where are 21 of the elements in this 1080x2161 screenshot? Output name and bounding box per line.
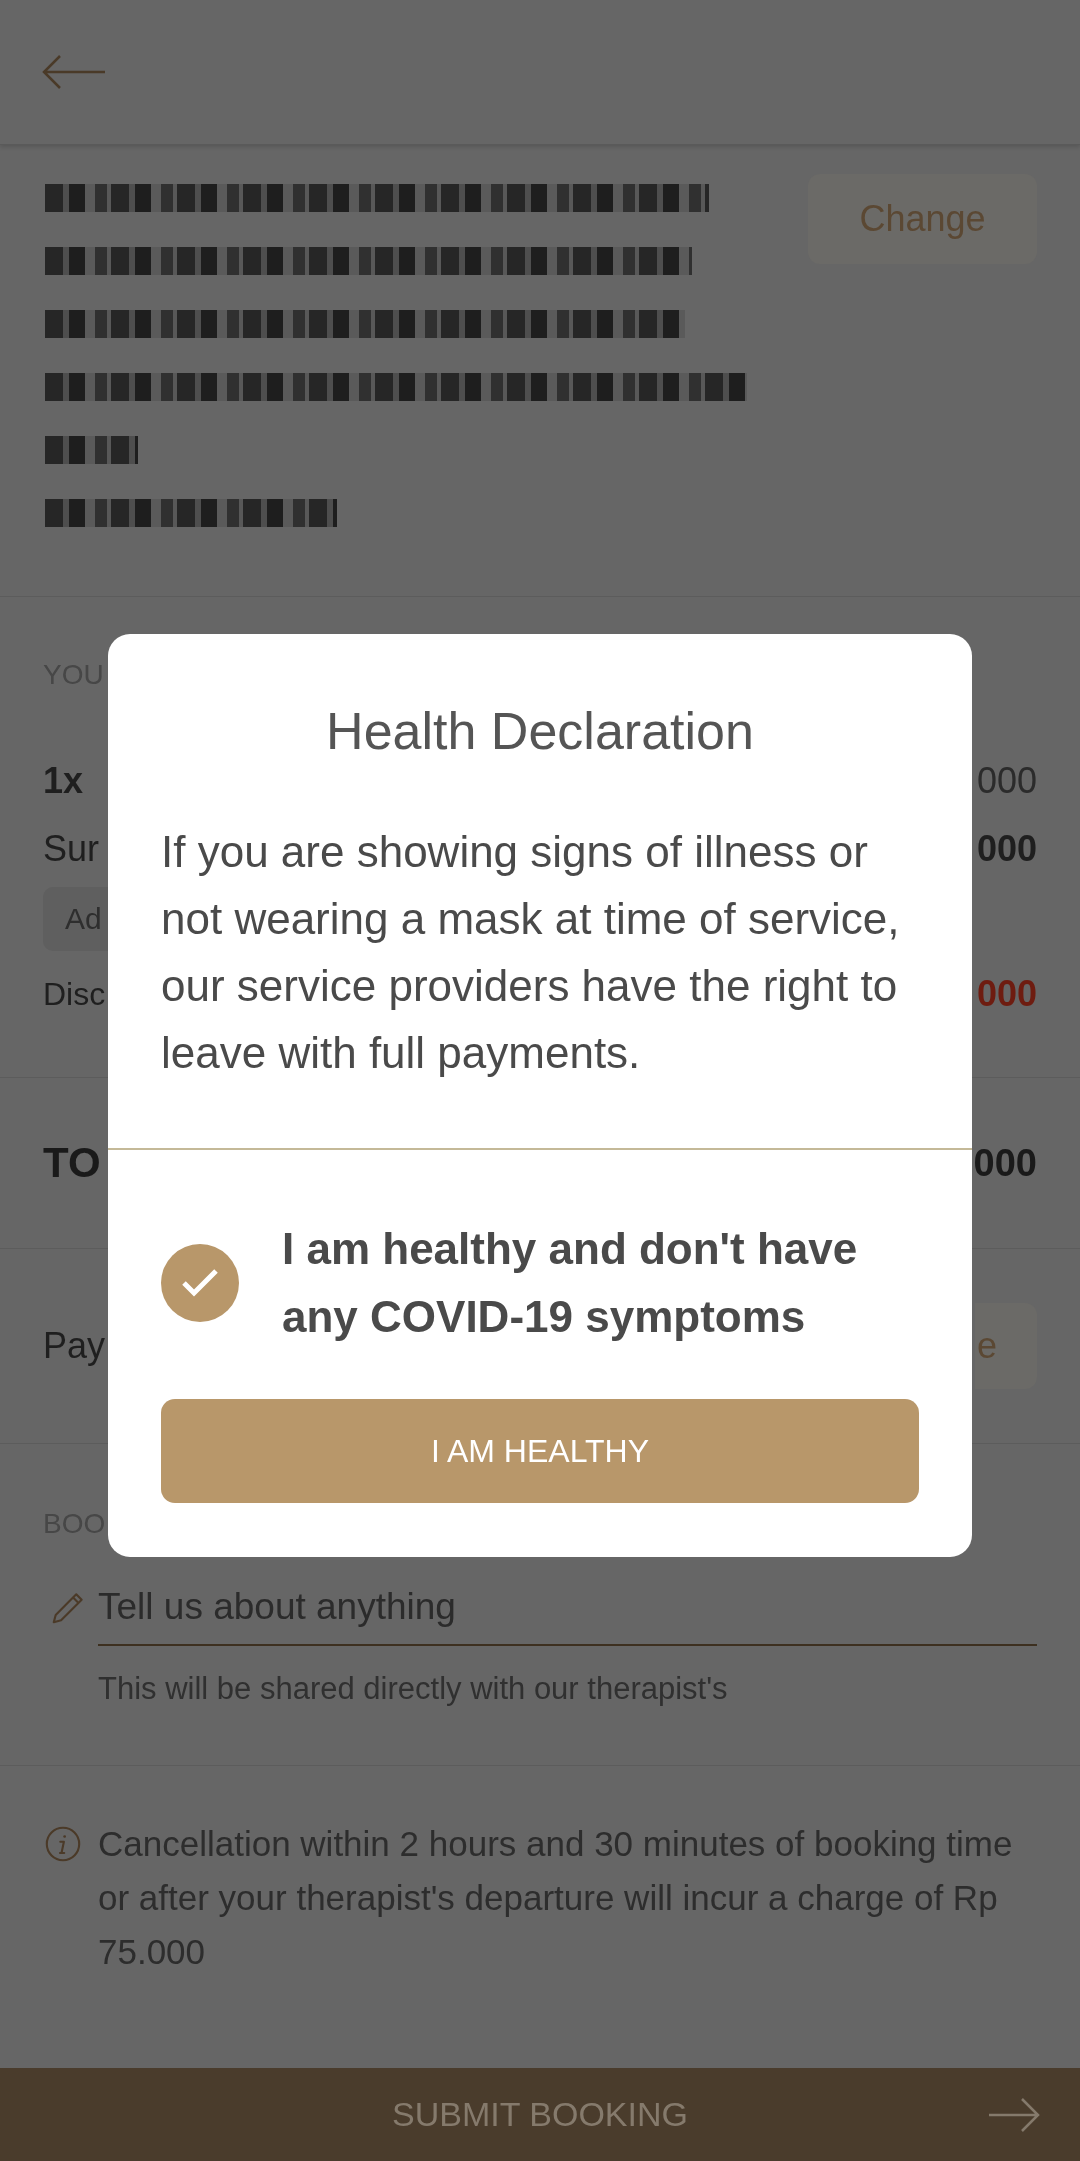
dialog-message: If you are showing signs of illness or not wearing a mask at time of service, our service providers have the right to leave with full payments.: [161, 826, 901, 1079]
discount-label: Disc: [43, 978, 106, 1010]
back-arrow-icon[interactable]: [42, 54, 106, 90]
total-label: TO: [43, 1142, 101, 1184]
notes-input[interactable]: Tell us about anything: [98, 1570, 1037, 1646]
check-icon: [182, 1269, 218, 1297]
dialog-title: Health Declaration: [325, 701, 755, 761]
payment-label: Pay: [43, 1328, 106, 1364]
total-amount: 000: [973, 1144, 1037, 1182]
pencil-icon: [50, 1590, 86, 1626]
fee-label: Sur: [43, 831, 100, 867]
cancellation-notice: Cancellation within 2 hours and 30 minutes of booking time or after your therapist's departure will incur a charge of Rp 75.000: [98, 1823, 1014, 1973]
fee-amount: 000: [976, 831, 1037, 867]
item-quantity: 1x: [43, 763, 84, 799]
item-price: 000: [976, 763, 1037, 799]
arrow-right-icon: [988, 2096, 1040, 2133]
discount-amount: 000: [976, 976, 1037, 1012]
info-icon: [45, 1826, 81, 1862]
checkbox-label: I am healthy and don't have any COVID-19 symptoms: [282, 1223, 859, 1343]
confirm-button[interactable]: I AM HEALTHY: [161, 1399, 919, 1503]
submit-button[interactable]: SUBMIT BOOKING: [0, 2068, 1080, 2161]
